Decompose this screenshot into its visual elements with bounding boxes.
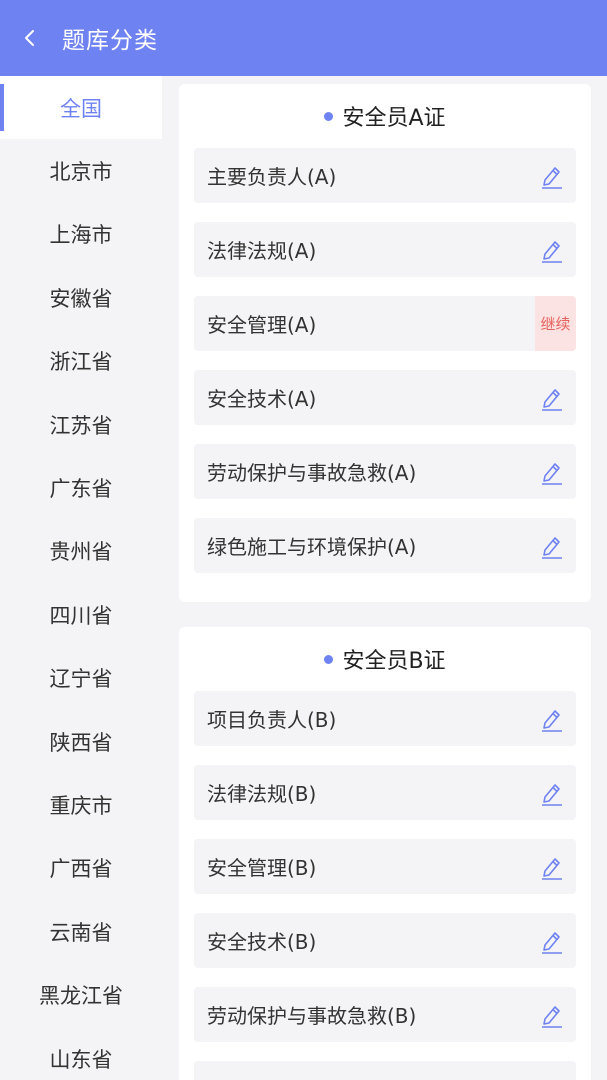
edit-icon[interactable] — [540, 780, 564, 806]
section-item[interactable]: 项目负责人(B) — [194, 691, 576, 746]
edit-icon[interactable] — [540, 385, 564, 411]
edit-icon[interactable] — [540, 237, 564, 263]
section-item-label: 劳动保护与事故急救(A) — [207, 461, 417, 485]
app-header: 题库分类 — [0, 0, 607, 76]
section-item-label: 项目负责人(B) — [207, 708, 337, 732]
sidebar-item[interactable]: 北京市 — [0, 139, 162, 202]
sidebar-item[interactable]: 黑龙江省 — [0, 963, 162, 1026]
edit-icon[interactable] — [540, 533, 564, 559]
section-item-label: 绿色施工与环境保护(A) — [207, 535, 417, 559]
sidebar-item[interactable]: 陕西省 — [0, 710, 162, 773]
section-dot-icon — [324, 654, 334, 664]
sidebar-item[interactable]: 全国 — [0, 76, 162, 140]
sidebar-item[interactable]: 安徽省 — [0, 266, 162, 329]
section-item-label: 安全管理(B) — [207, 856, 317, 880]
edit-icon[interactable] — [540, 459, 564, 485]
section-dot-icon — [324, 111, 334, 121]
section-item-label: 安全管理(A) — [207, 313, 317, 337]
sidebar-item[interactable]: 山东省 — [0, 1027, 162, 1080]
section-title-text: 安全员A证 — [342, 106, 446, 131]
sidebar-item[interactable]: 广西省 — [0, 837, 162, 900]
region-sidebar: 全国 北京市 上海市 安徽省 浙江省 江苏省 广东省 贵州省 四川省 辽宁省 陕西省 重庆市 广西省 云南… — [0, 76, 162, 1080]
sidebar-item[interactable]: 四川省 — [0, 583, 162, 646]
section-item[interactable]: 法律法规(A) — [194, 222, 576, 277]
sidebar-item[interactable]: 浙江省 — [0, 330, 162, 393]
sidebar-item[interactable]: 广东省 — [0, 456, 162, 519]
section-item[interactable]: 劳动保护与事故急救(A) — [194, 444, 576, 499]
chevron-left-icon — [25, 30, 34, 46]
section-item-list: 项目负责人(B) 法律法规(B) 安全管理(B) 安全技术(B) 劳动保护与事故急救(B… — [179, 691, 591, 1080]
section-title: 安全员B证 — [179, 627, 591, 691]
section-item[interactable]: 主要负责人(A) — [194, 148, 576, 203]
section-item[interactable]: 绿色施工与环境保护(A) — [194, 518, 576, 573]
edit-icon[interactable] — [540, 163, 564, 189]
edit-icon[interactable] — [540, 854, 564, 880]
section-item-label: 法律法规(B) — [207, 782, 317, 806]
section-item-label: 劳动保护与事故急救(B) — [207, 1004, 417, 1028]
back-button[interactable] — [0, 0, 60, 76]
section-item-label: 安全技术(A) — [207, 387, 317, 411]
sidebar-item[interactable]: 云南省 — [0, 900, 162, 963]
edit-icon[interactable] — [540, 928, 564, 954]
section-title: 安全员A证 — [179, 84, 591, 148]
edit-icon[interactable] — [540, 706, 564, 732]
sidebar-item[interactable]: 江苏省 — [0, 393, 162, 456]
sidebar-item[interactable]: 上海市 — [0, 203, 162, 266]
edit-icon[interactable] — [540, 1002, 564, 1028]
sidebar-item[interactable]: 重庆市 — [0, 773, 162, 836]
category-content: 安全员A证 主要负责人(A) 法律法规(A) 安全管理(A) 继续安全技术(A) 劳动保… — [162, 76, 607, 1080]
section-item-list: 主要负责人(A) 法律法规(A) 安全管理(A) 继续安全技术(A) 劳动保护与事故急救… — [179, 148, 591, 573]
sidebar-item[interactable]: 辽宁省 — [0, 647, 162, 710]
section-title-text: 安全员B证 — [342, 649, 446, 674]
page-title: 题库分类 — [62, 28, 158, 54]
continue-button[interactable]: 继续 — [535, 296, 576, 351]
section-item[interactable]: 安全管理(A) 继续 — [194, 296, 576, 351]
section-item-label: 法律法规(A) — [207, 239, 317, 263]
sidebar-item[interactable]: 贵州省 — [0, 520, 162, 583]
section-item-label: 安全技术(B) — [207, 930, 317, 954]
section-card-b: 安全员B证 项目负责人(B) 法律法规(B) 安全管理(B) 安全技术(B) 劳动保护与… — [179, 627, 591, 1080]
section-item[interactable]: 法律法规(B) — [194, 765, 576, 820]
section-item[interactable]: 安全管理(B) — [194, 839, 576, 894]
section-item[interactable] — [194, 1061, 576, 1080]
section-item[interactable]: 劳动保护与事故急救(B) — [194, 987, 576, 1042]
section-card-a: 安全员A证 主要负责人(A) 法律法规(A) 安全管理(A) 继续安全技术(A) 劳动保… — [179, 84, 591, 602]
section-item[interactable]: 安全技术(B) — [194, 913, 576, 968]
section-item[interactable]: 安全技术(A) — [194, 370, 576, 425]
section-item-label: 主要负责人(A) — [207, 165, 337, 189]
